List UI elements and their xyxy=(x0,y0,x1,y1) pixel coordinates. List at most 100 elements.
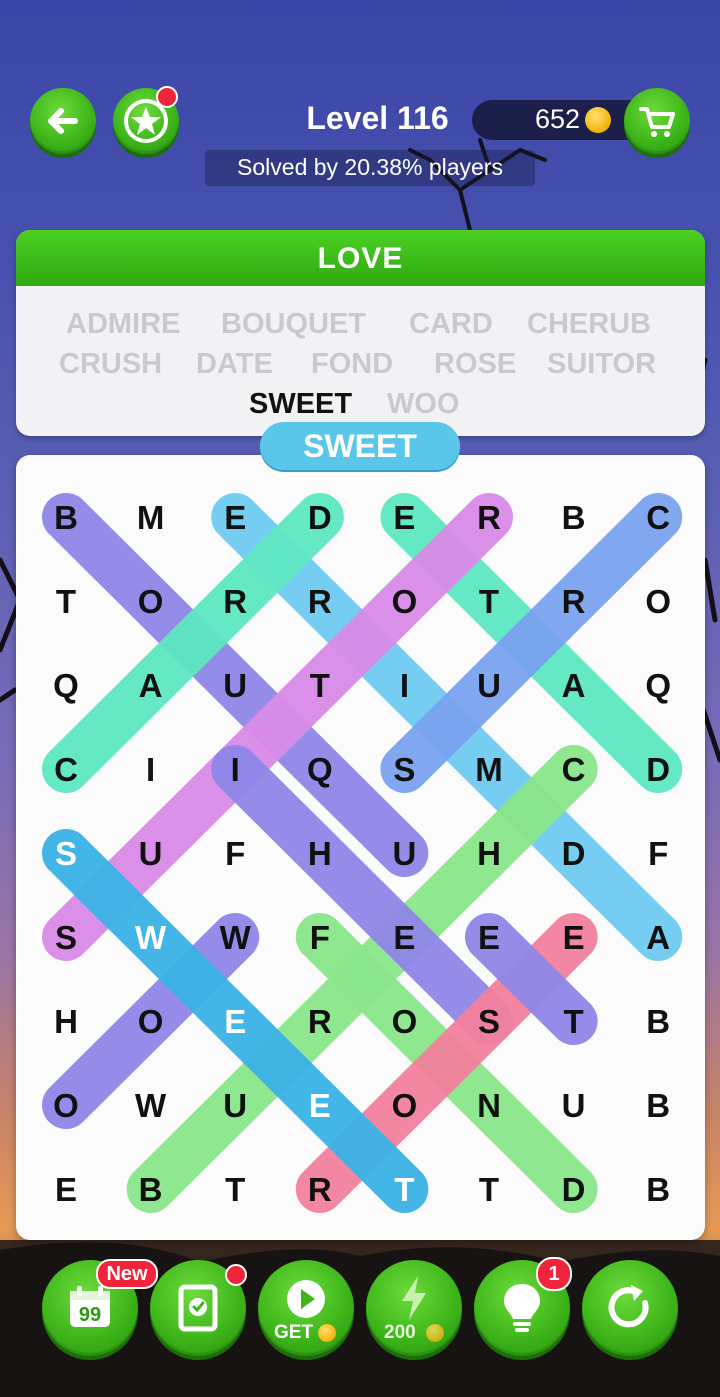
svg-text:99: 99 xyxy=(79,1304,101,1326)
back-button[interactable] xyxy=(30,88,96,154)
grid-letter[interactable]: H xyxy=(477,835,501,872)
book-check-icon xyxy=(178,1284,218,1332)
grid-letter[interactable]: S xyxy=(393,751,415,788)
grid-letter[interactable]: E xyxy=(309,1087,331,1124)
refresh-icon xyxy=(608,1285,649,1328)
coin-icon xyxy=(585,107,611,133)
grid-letter[interactable]: S xyxy=(478,1003,500,1040)
grid-letter[interactable]: W xyxy=(135,919,167,956)
grid-letter[interactable]: I xyxy=(400,667,409,704)
grid-letter[interactable]: A xyxy=(562,667,586,704)
grid-letter[interactable]: H xyxy=(308,835,332,872)
grid-letter[interactable]: N xyxy=(477,1087,501,1124)
grid-letter[interactable]: T xyxy=(479,583,499,620)
grid-letter[interactable]: U xyxy=(223,1087,247,1124)
grid-letter[interactable]: S xyxy=(55,835,77,872)
grid-letter[interactable]: O xyxy=(645,583,671,620)
grid-letter[interactable]: T xyxy=(564,1003,584,1040)
grid-letter[interactable]: O xyxy=(392,583,418,620)
grid-letter[interactable]: T xyxy=(394,1171,414,1208)
grid-letter[interactable]: A xyxy=(646,919,670,956)
grid-letter[interactable]: C xyxy=(562,751,586,788)
grid-letter[interactable]: D xyxy=(562,1171,586,1208)
grid-letter[interactable]: R xyxy=(308,1171,332,1208)
grid-letter[interactable]: F xyxy=(648,835,668,872)
notification-dot xyxy=(156,86,178,108)
shop-button[interactable] xyxy=(624,88,690,154)
grid-letter[interactable]: E xyxy=(224,1003,246,1040)
grid-letter[interactable]: C xyxy=(646,499,670,536)
grid-letter[interactable]: I xyxy=(146,751,155,788)
word-item: ROSE xyxy=(434,348,517,380)
grid-letter[interactable]: A xyxy=(139,667,163,704)
grid-letter[interactable]: I xyxy=(231,751,240,788)
grid-letter[interactable]: U xyxy=(139,835,163,872)
grid-letter[interactable]: E xyxy=(393,919,415,956)
grid-letter[interactable]: O xyxy=(138,1003,164,1040)
grid-letter[interactable]: T xyxy=(56,583,76,620)
grid-letter[interactable]: R xyxy=(477,499,501,536)
word-item: WOO xyxy=(387,388,460,420)
grid-letter[interactable]: O xyxy=(392,1003,418,1040)
letter-grid-canvas[interactable]: B M E D E R B C T O R R O T R O Q A U T I U A Q C I I Q S M C D S U F H U H D F… xyxy=(16,455,705,1240)
grid-letter[interactable]: U xyxy=(562,1087,586,1124)
calendar-icon: 99 xyxy=(70,1286,110,1327)
restart-button[interactable] xyxy=(582,1260,678,1356)
coins-count: 652 xyxy=(534,104,580,134)
word-item: ADMIRE xyxy=(66,308,181,340)
grid-letter[interactable]: M xyxy=(475,751,503,788)
coin-icon xyxy=(426,1324,444,1342)
grid-letter[interactable]: W xyxy=(220,919,252,956)
word-item: DATE xyxy=(196,348,273,380)
solved-stat-text: Solved by 20.38% players xyxy=(237,154,503,180)
grid-letter[interactable]: M xyxy=(137,499,165,536)
grid-letter[interactable]: D xyxy=(562,835,586,872)
word-list-panel: LOVE ADMIRE BOUQUET CARD CHERUB CRUSH DA… xyxy=(16,230,705,436)
new-badge: New xyxy=(96,1259,158,1289)
grid-letter[interactable]: D xyxy=(646,751,670,788)
grid-letter[interactable]: B xyxy=(646,1003,670,1040)
grid-letter[interactable]: B xyxy=(646,1087,670,1124)
grid-letter[interactable]: O xyxy=(53,1087,79,1124)
grid-letter[interactable]: R xyxy=(308,1003,332,1040)
grid-letter[interactable]: R xyxy=(562,583,586,620)
grid-letter[interactable]: U xyxy=(477,667,501,704)
grid-letter[interactable]: B xyxy=(646,1171,670,1208)
grid-letter[interactable]: T xyxy=(310,667,330,704)
play-icon xyxy=(287,1280,325,1318)
grid-letter[interactable]: E xyxy=(563,919,585,956)
lightning-icon xyxy=(402,1276,426,1320)
grid-letter[interactable]: E xyxy=(224,499,246,536)
grid-letter[interactable]: H xyxy=(54,1003,78,1040)
grid-letter[interactable]: C xyxy=(54,751,78,788)
grid-letter[interactable]: Q xyxy=(645,667,671,704)
grid-letter[interactable]: W xyxy=(135,1087,167,1124)
grid-letter[interactable]: O xyxy=(392,1087,418,1124)
grid-letter[interactable]: R xyxy=(308,583,332,620)
grid-letter[interactable]: Q xyxy=(307,751,333,788)
grid-letter[interactable]: T xyxy=(479,1171,499,1208)
grid-letter[interactable]: F xyxy=(310,919,330,956)
grid-letter[interactable]: O xyxy=(138,583,164,620)
grid-letter[interactable]: U xyxy=(223,667,247,704)
grid-letter[interactable]: R xyxy=(223,583,247,620)
grid-letter[interactable]: D xyxy=(308,499,332,536)
grid-letter[interactable]: E xyxy=(393,499,415,536)
word-item: SUITOR xyxy=(547,348,657,380)
grid-letter[interactable]: S xyxy=(55,919,77,956)
lightbulb-icon xyxy=(504,1284,540,1332)
grid-letter[interactable]: Q xyxy=(53,667,79,704)
word-item: CRUSH xyxy=(59,348,163,380)
hint-count-badge: 1 xyxy=(536,1257,572,1291)
grid-letter[interactable]: E xyxy=(55,1171,77,1208)
grid-letter[interactable]: U xyxy=(392,835,416,872)
coin-icon xyxy=(318,1324,336,1342)
get-label: GET xyxy=(274,1322,314,1343)
grid-letter[interactable]: E xyxy=(478,919,500,956)
grid-letter[interactable]: B xyxy=(139,1171,163,1208)
grid-letter[interactable]: T xyxy=(225,1171,245,1208)
grid-letter[interactable]: F xyxy=(225,835,245,872)
word-item: BOUQUET xyxy=(221,308,366,340)
grid-letter[interactable]: B xyxy=(54,499,78,536)
grid-letter[interactable]: B xyxy=(562,499,586,536)
